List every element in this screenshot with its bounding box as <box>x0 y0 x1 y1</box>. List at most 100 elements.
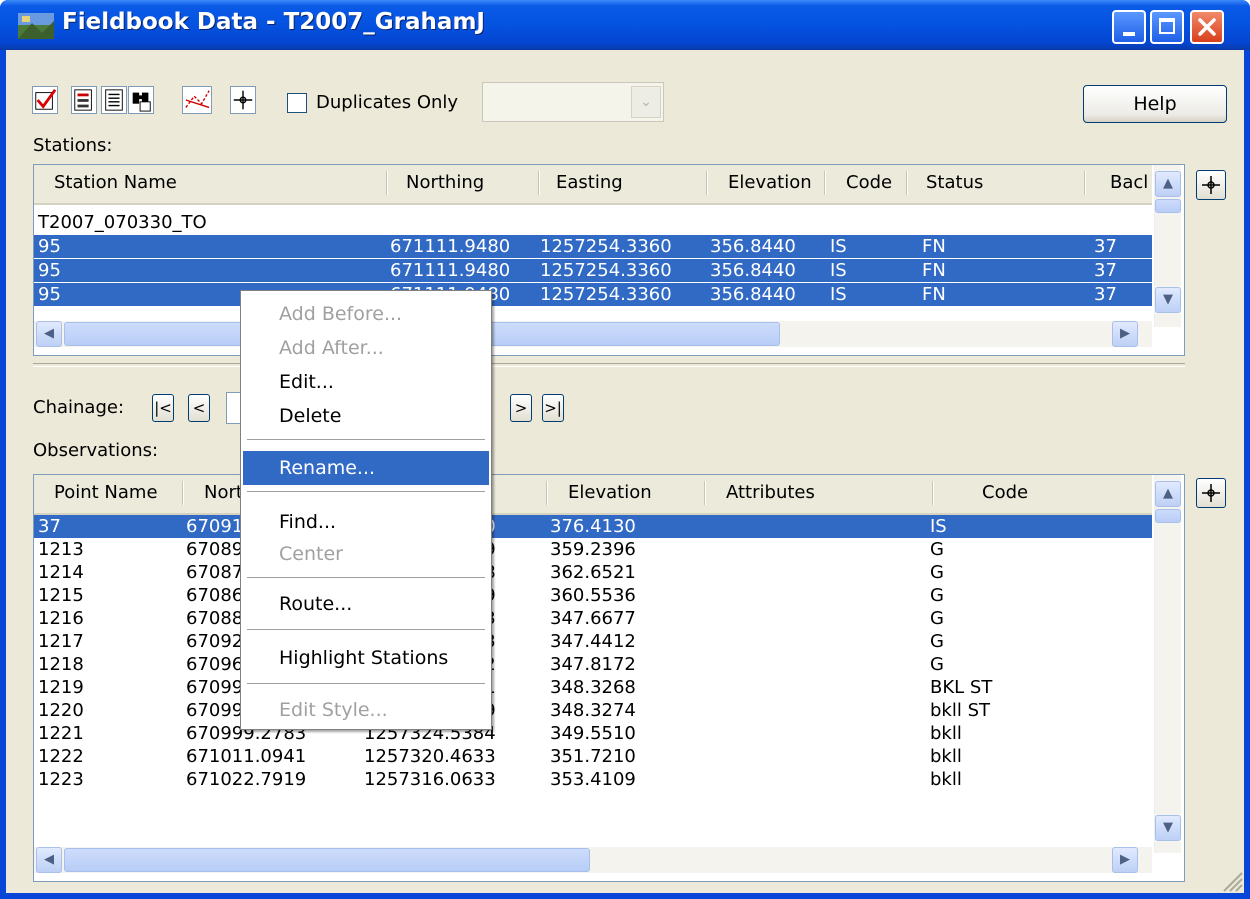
observation-row[interactable]: 37670917.00001257363.1000376.4130IS <box>34 515 1152 538</box>
observations-locate-button[interactable] <box>1196 478 1226 508</box>
col-code[interactable]: Code <box>982 475 1028 511</box>
panel-divider[interactable] <box>33 363 1185 367</box>
col-status[interactable]: Status <box>926 165 983 201</box>
observations-hscroll[interactable]: ◀ ▶ <box>34 847 1152 873</box>
resize-grip-icon[interactable] <box>1220 869 1244 893</box>
scroll-left-icon[interactable]: ◀ <box>36 321 62 347</box>
menu-item-edit-style[interactable]: Edit Style... <box>243 693 489 727</box>
duplicates-only-checkbox[interactable] <box>287 93 307 113</box>
first-icon[interactable]: |< <box>152 394 174 422</box>
minimize-button[interactable] <box>1112 10 1146 44</box>
traverse-icon[interactable] <box>182 86 212 114</box>
col-divider[interactable] <box>182 481 184 505</box>
observations-header: Point Name Northing Elevation Attributes… <box>34 475 1152 515</box>
scroll-thumb[interactable] <box>64 848 590 872</box>
col-northing[interactable]: Northing <box>406 165 484 201</box>
scroll-thumb[interactable] <box>1155 509 1181 523</box>
col-point-name[interactable]: Point Name <box>54 475 158 511</box>
observation-row[interactable]: 1218670960.00001257332.0652347.8172G <box>34 653 1152 676</box>
col-divider[interactable] <box>932 481 934 505</box>
menu-item-rename[interactable]: Rename... <box>243 451 489 485</box>
scroll-right-icon[interactable]: ▶ <box>1112 321 1138 347</box>
point-code: BKL ST <box>930 677 993 698</box>
menu-item-edit[interactable]: Edit... <box>243 365 489 399</box>
point-name: 1223 <box>38 769 84 790</box>
crosshair-icon[interactable] <box>230 86 256 114</box>
observation-row[interactable]: 1217670922.00001257331.5283347.4412G <box>34 630 1152 653</box>
observation-row[interactable]: 1214670879.00001257313.1588362.6521G <box>34 561 1152 584</box>
col-station-name[interactable]: Station Name <box>54 165 177 201</box>
stations-vscroll[interactable]: ▲ ▼ <box>1154 165 1181 327</box>
chevron-down-icon[interactable]: ⌄ <box>631 86 661 118</box>
minimize-icon <box>1123 32 1135 36</box>
scroll-up-icon[interactable]: ▲ <box>1155 171 1181 197</box>
window-title: Fieldbook Data - T2007_GrahamJ <box>62 9 485 35</box>
station-back: 37 <box>1094 284 1117 305</box>
col-divider[interactable] <box>706 171 708 195</box>
col-divider[interactable] <box>824 171 826 195</box>
menu-item-highlight-stations[interactable]: Highlight Stations <box>243 641 489 675</box>
menu-item-add-before[interactable]: Add Before... <box>243 297 489 331</box>
last-icon[interactable]: >| <box>542 394 564 422</box>
help-button-label: Help <box>1133 93 1177 115</box>
stations-list[interactable]: Station Name Northing Easting Elevation … <box>33 164 1185 356</box>
station-easting: 1257254.3360 <box>540 284 672 305</box>
observation-row[interactable]: 1213670898.00001257337.5679359.2396G <box>34 538 1152 561</box>
col-elevation[interactable]: Elevation <box>568 475 652 511</box>
prev-icon[interactable]: < <box>188 394 210 422</box>
col-divider[interactable] <box>386 171 388 195</box>
menu-item-add-after[interactable]: Add After... <box>243 331 489 365</box>
col-easting[interactable]: Easting <box>556 165 623 201</box>
station-row[interactable]: 95 671111.9480 1257254.3360 356.8440 IS … <box>34 283 1152 306</box>
title-bar[interactable]: Fieldbook Data - T2007_GrahamJ <box>0 0 1250 50</box>
observation-row[interactable]: 1219670994.00001257328.6741348.3268BKL S… <box>34 676 1152 699</box>
observation-row[interactable]: 1220670991.00991257326.8599348.3274bkll … <box>34 699 1152 722</box>
scroll-left-icon[interactable]: ◀ <box>36 847 62 873</box>
col-code[interactable]: Code <box>846 165 892 201</box>
menu-item-delete[interactable]: Delete <box>243 399 489 433</box>
menu-item-route[interactable]: Route... <box>243 587 489 621</box>
col-divider[interactable] <box>906 171 908 195</box>
observation-row[interactable]: 1222 671011.0941 1257320.4633 351.7210 bkll <box>34 745 1152 768</box>
observation-row[interactable]: 1221 670999.2783 1257324.5384 349.5510 bkll <box>34 722 1152 745</box>
report-icon[interactable] <box>71 86 97 114</box>
station-row[interactable]: 95 671111.9480 1257254.3360 356.8440 IS … <box>34 259 1152 282</box>
station-name: T2007_070330_TO <box>38 212 207 233</box>
menu-item-find[interactable]: Find... <box>243 505 489 539</box>
point-name: 1213 <box>38 539 84 560</box>
scroll-right-icon[interactable]: ▶ <box>1112 847 1138 873</box>
observation-row[interactable]: 1216670888.00001257342.0083347.6677G <box>34 607 1152 630</box>
stations-locate-button[interactable] <box>1196 170 1226 200</box>
observations-list[interactable]: Point Name Northing Elevation Attributes… <box>33 474 1185 882</box>
scroll-thumb[interactable] <box>1155 199 1181 213</box>
station-code: IS <box>830 236 847 257</box>
col-divider[interactable] <box>546 481 548 505</box>
find-icon[interactable] <box>128 86 154 114</box>
list-icon[interactable] <box>101 86 127 114</box>
duplicates-combo[interactable]: ⌄ <box>482 82 664 122</box>
col-attributes[interactable]: Attributes <box>726 475 815 511</box>
menu-item-center[interactable]: Center <box>243 537 489 571</box>
scroll-down-icon[interactable]: ▼ <box>1155 815 1181 841</box>
stations-hscroll[interactable]: ◀ ▶ <box>34 321 1152 347</box>
close-button[interactable] <box>1190 10 1224 44</box>
maximize-button[interactable] <box>1150 10 1184 44</box>
station-row[interactable]: 95 671111.9480 1257254.3360 356.8440 IS … <box>34 235 1152 258</box>
help-button[interactable]: Help <box>1083 85 1227 123</box>
col-divider[interactable] <box>1084 171 1086 195</box>
scroll-down-icon[interactable]: ▼ <box>1155 287 1181 313</box>
check-stations-icon[interactable] <box>32 86 58 114</box>
observation-row[interactable]: 1223 671022.7919 1257316.0633 353.4109 bkll <box>34 768 1152 791</box>
col-elevation[interactable]: Elevation <box>728 165 812 201</box>
col-divider[interactable] <box>538 171 540 195</box>
observations-vscroll[interactable]: ▲ ▼ <box>1154 475 1181 853</box>
col-back[interactable]: Bacl <box>1110 165 1148 201</box>
next-icon[interactable]: > <box>510 394 532 422</box>
station-row[interactable]: T2007_070330_TO <box>34 211 1152 234</box>
station-status: FN <box>922 284 946 305</box>
menu-separator <box>247 491 485 492</box>
scroll-up-icon[interactable]: ▲ <box>1155 481 1181 507</box>
observation-row[interactable]: 1215670860.00001257312.5689360.5536G <box>34 584 1152 607</box>
col-divider[interactable] <box>704 481 706 505</box>
station-name: 95 <box>38 284 61 305</box>
